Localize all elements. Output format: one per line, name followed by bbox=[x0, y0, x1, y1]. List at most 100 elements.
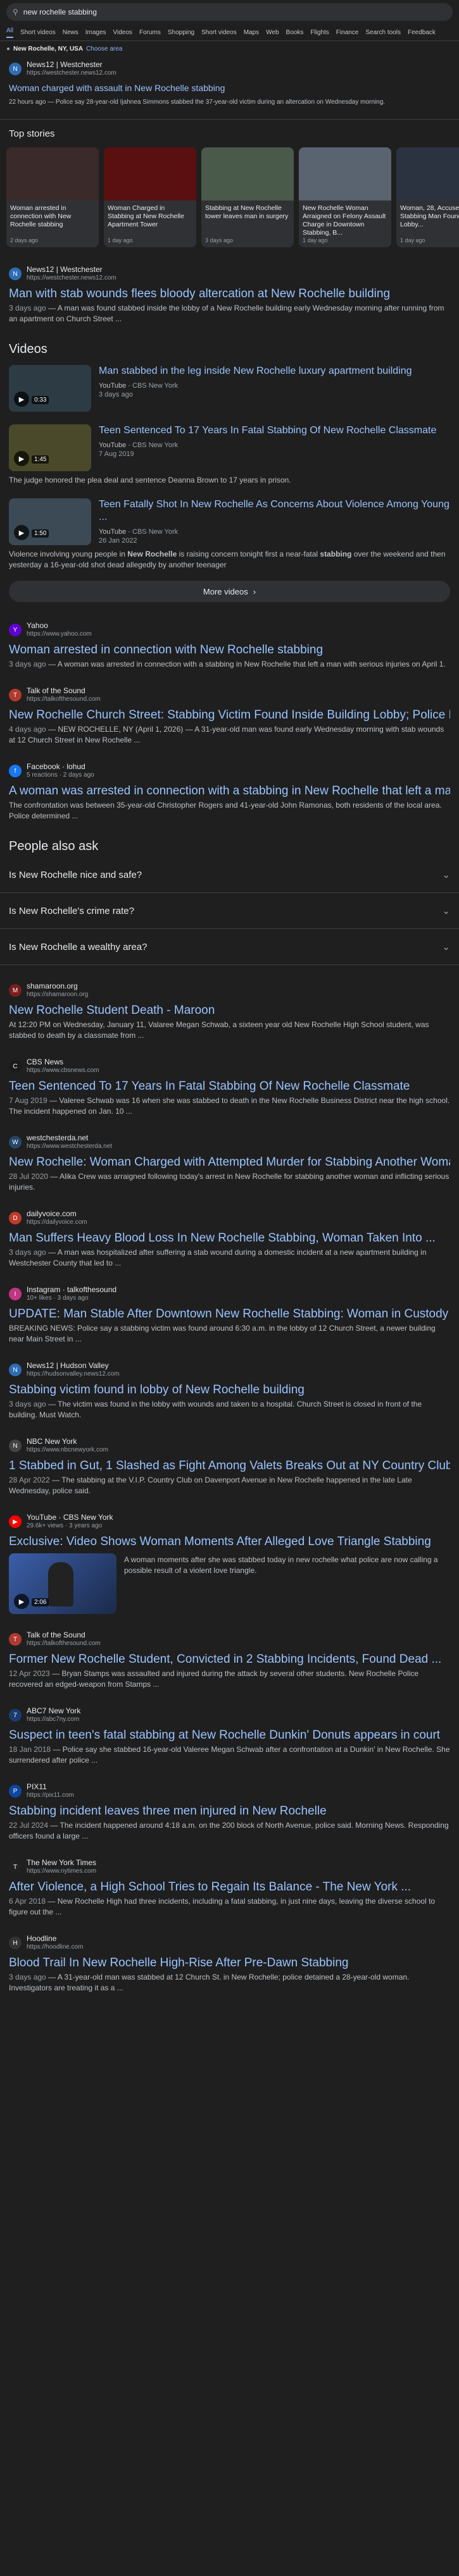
video-platform: YouTube bbox=[99, 528, 127, 536]
story-title: Woman arrested in connection with New Ro… bbox=[10, 204, 72, 228]
video-thumbnail[interactable]: ▶ 0:33 bbox=[9, 365, 91, 412]
paa-question[interactable]: Is New Rochelle a wealthy area? ⌄ bbox=[0, 929, 459, 965]
tab-9[interactable]: Web bbox=[266, 29, 279, 36]
source-lines: Talk of the Sound https://talkofthesound.… bbox=[27, 686, 101, 704]
story-card[interactable]: Woman arrested in connection with New Ro… bbox=[6, 147, 99, 247]
result-title[interactable]: A woman was arrested in connection with … bbox=[9, 784, 450, 799]
tab-11[interactable]: Flights bbox=[310, 29, 329, 36]
result-title[interactable]: New Rochelle Church Street: Stabbing Vic… bbox=[9, 708, 450, 723]
people-also-ask: Is New Rochelle nice and safe? ⌄ Is New Ro… bbox=[0, 857, 459, 965]
story-card[interactable]: Woman Charged in Stabbing at New Rochell… bbox=[104, 147, 196, 247]
source-url[interactable]: https://shamaroon.org bbox=[27, 990, 88, 999]
video-result: ▶ 1:50 Teen Fatally Shot In New Rochelle A… bbox=[0, 498, 459, 570]
source-url[interactable]: https://www.cbsnews.com bbox=[27, 1066, 99, 1075]
result-source: N News12 | Westchester https://westchest… bbox=[9, 265, 450, 283]
video-title[interactable]: Teen Fatally Shot In New Rochelle As Con… bbox=[99, 498, 450, 524]
result-title[interactable]: Exclusive: Video Shows Woman Moments Aft… bbox=[9, 1534, 450, 1550]
tab-8[interactable]: Maps bbox=[244, 29, 259, 36]
source-lines: Facebook · lohud 5 reactions · 2 days ago bbox=[27, 762, 94, 780]
tab-3[interactable]: Images bbox=[85, 29, 106, 36]
paa-question[interactable]: Is New Rochelle's crime rate? ⌄ bbox=[0, 893, 459, 929]
result-title[interactable]: Man Suffers Heavy Blood Loss In New Roch… bbox=[9, 1231, 450, 1246]
source-url[interactable]: 5 reactions · 2 days ago bbox=[27, 771, 94, 780]
video-title[interactable]: Man stabbed in the leg inside New Rochel… bbox=[99, 365, 412, 378]
play-icon: ▶ bbox=[14, 391, 29, 407]
tab-2[interactable]: News bbox=[63, 29, 79, 36]
search-result: N News12 | Hudson Valley https://hudsonval… bbox=[0, 1361, 459, 1420]
story-card[interactable]: Stabbing at New Rochelle tower leaves ma… bbox=[201, 147, 294, 247]
source-url[interactable]: https://www.nbcnewyork.com bbox=[27, 1446, 108, 1455]
source-url[interactable]: https://www.nytimes.com bbox=[27, 1867, 96, 1876]
result-title[interactable]: UPDATE: Man Stable After Downtown New Ro… bbox=[9, 1307, 450, 1322]
video-info: Teen Fatally Shot In New Rochelle As Con… bbox=[99, 498, 450, 545]
news12-favicon: N bbox=[9, 63, 22, 75]
result-snippet: 3 days ago — A 31-year-old man was stabb… bbox=[9, 1973, 410, 1992]
result-title[interactable]: Man with stab wounds flees bloody alterc… bbox=[9, 287, 450, 302]
source-url[interactable]: https://westchester.news12.com bbox=[27, 274, 116, 283]
tab-7[interactable]: Short videos bbox=[201, 29, 237, 36]
result-date: 28 Jul 2020 bbox=[9, 1172, 49, 1181]
video-result: ▶ 0:33 Man stabbed in the leg inside New R… bbox=[0, 365, 459, 412]
snippet-text: Bryan Stamps was assaulted and injured d… bbox=[9, 1669, 419, 1689]
tab-12[interactable]: Finance bbox=[336, 29, 359, 36]
result-title[interactable]: New Rochelle: Woman Charged with Attempt… bbox=[9, 1155, 450, 1170]
result-title[interactable]: Blood Trail In New Rochelle High-Rise Af… bbox=[9, 1956, 450, 1971]
source-name: PIX11 bbox=[27, 1782, 47, 1791]
video-title[interactable]: Teen Sentenced To 17 Years In Fatal Stab… bbox=[99, 424, 436, 437]
story-card[interactable]: Woman, 28, Accused Of Stabbing Man Found… bbox=[396, 147, 459, 247]
video-thumbnail[interactable]: ▶ 1:45 bbox=[9, 424, 91, 471]
source-url[interactable]: https://www.westchesterda.net bbox=[27, 1142, 112, 1151]
source-url[interactable]: https://talkofthesound.com bbox=[27, 1639, 101, 1648]
tab-6[interactable]: Shopping bbox=[168, 29, 194, 36]
choose-area-link[interactable]: Choose area bbox=[86, 46, 122, 52]
tab-4[interactable]: Videos bbox=[113, 29, 132, 36]
tab-13[interactable]: Search tools bbox=[365, 29, 401, 36]
story-card[interactable]: New Rochelle Woman Arraigned on Felony A… bbox=[299, 147, 391, 247]
result-date: 18 Jan 2018 bbox=[9, 1745, 51, 1754]
result-title[interactable]: 1 Stabbed in Gut, 1 Slashed as Fight Amo… bbox=[9, 1458, 450, 1474]
result-source: ▶ YouTube · CBS New York 29.6k+ views · … bbox=[9, 1513, 450, 1531]
tab-5[interactable]: Forums bbox=[139, 29, 161, 36]
paa-question[interactable]: Is New Rochelle nice and safe? ⌄ bbox=[0, 857, 459, 893]
source-url[interactable]: https://talkofthesound.com bbox=[27, 695, 101, 704]
source-url[interactable]: https://pix11.com bbox=[27, 1791, 74, 1800]
result-title[interactable]: Stabbing victim found in lobby of New Ro… bbox=[9, 1383, 450, 1398]
source-url[interactable]: https://westchester.news12.com bbox=[27, 69, 116, 78]
tab-0[interactable]: All bbox=[6, 27, 14, 38]
result-title[interactable]: Stabbing incident leaves three men injur… bbox=[9, 1804, 450, 1819]
search-input[interactable]: new rochelle stabbing bbox=[23, 8, 97, 16]
play-icon: ▶ bbox=[14, 451, 29, 466]
source-url[interactable]: https://abc7ny.com bbox=[27, 1715, 80, 1724]
site-favicon: I bbox=[9, 1288, 22, 1300]
result-source: 7 ABC7 New York https://abc7ny.com bbox=[9, 1706, 450, 1724]
video-thumbnail[interactable]: ▶ 2:06 bbox=[9, 1553, 116, 1614]
result-title[interactable]: Teen Sentenced To 17 Years In Fatal Stab… bbox=[9, 1079, 450, 1094]
video-thumbnail[interactable]: ▶ 1:50 bbox=[9, 498, 91, 545]
snippet-text: Valeree Schwab was 16 when she was stabb… bbox=[9, 1096, 450, 1116]
top-stories-heading: Top stories bbox=[9, 128, 55, 139]
source-url[interactable]: https://hudsonvalley.news12.com bbox=[27, 1370, 120, 1379]
result-title[interactable]: Former New Rochelle Student, Convicted i… bbox=[9, 1652, 450, 1667]
result-snippet: 3 days ago — A man was hospitalized afte… bbox=[9, 1248, 427, 1267]
result-snippet: 28 Apr 2022 — The stabbing at the V.I.P.… bbox=[9, 1476, 412, 1495]
search-result: Wwestchesterda.net https://www.westcheste… bbox=[0, 1133, 459, 1193]
result-title[interactable]: After Violence, a High School Tries to R… bbox=[9, 1880, 450, 1895]
source-url[interactable]: https://hoodline.com bbox=[27, 1943, 84, 1952]
tab-14[interactable]: Feedback bbox=[408, 29, 436, 36]
videos-heading: Videos bbox=[9, 342, 47, 356]
source-url[interactable]: 10+ likes · 3 days ago bbox=[27, 1294, 116, 1303]
video-platform: YouTube bbox=[99, 382, 127, 390]
result-title[interactable]: Woman arrested in connection with New Ro… bbox=[9, 643, 450, 658]
source-url[interactable]: https://dailyvoice.com bbox=[27, 1218, 87, 1227]
result-title[interactable]: New Rochelle Student Death - Maroon bbox=[9, 1003, 450, 1018]
result-title[interactable]: Woman charged with assault in New Rochel… bbox=[9, 80, 450, 96]
search-box[interactable]: ⚲ new rochelle stabbing bbox=[6, 3, 453, 21]
source-url[interactable]: 29.6k+ views · 3 years ago bbox=[27, 1522, 113, 1531]
source-url[interactable]: https://www.yahoo.com bbox=[27, 630, 92, 639]
more-videos-button[interactable]: More videos › bbox=[9, 581, 450, 602]
tab-10[interactable]: Books bbox=[286, 29, 304, 36]
result-source: P PIX11 https://pix11.com bbox=[9, 1782, 450, 1800]
tab-1[interactable]: Short videos bbox=[20, 29, 56, 36]
chevron-down-icon: ⌄ bbox=[442, 942, 450, 952]
result-title[interactable]: Suspect in teen's fatal stabbing at New … bbox=[9, 1728, 450, 1743]
